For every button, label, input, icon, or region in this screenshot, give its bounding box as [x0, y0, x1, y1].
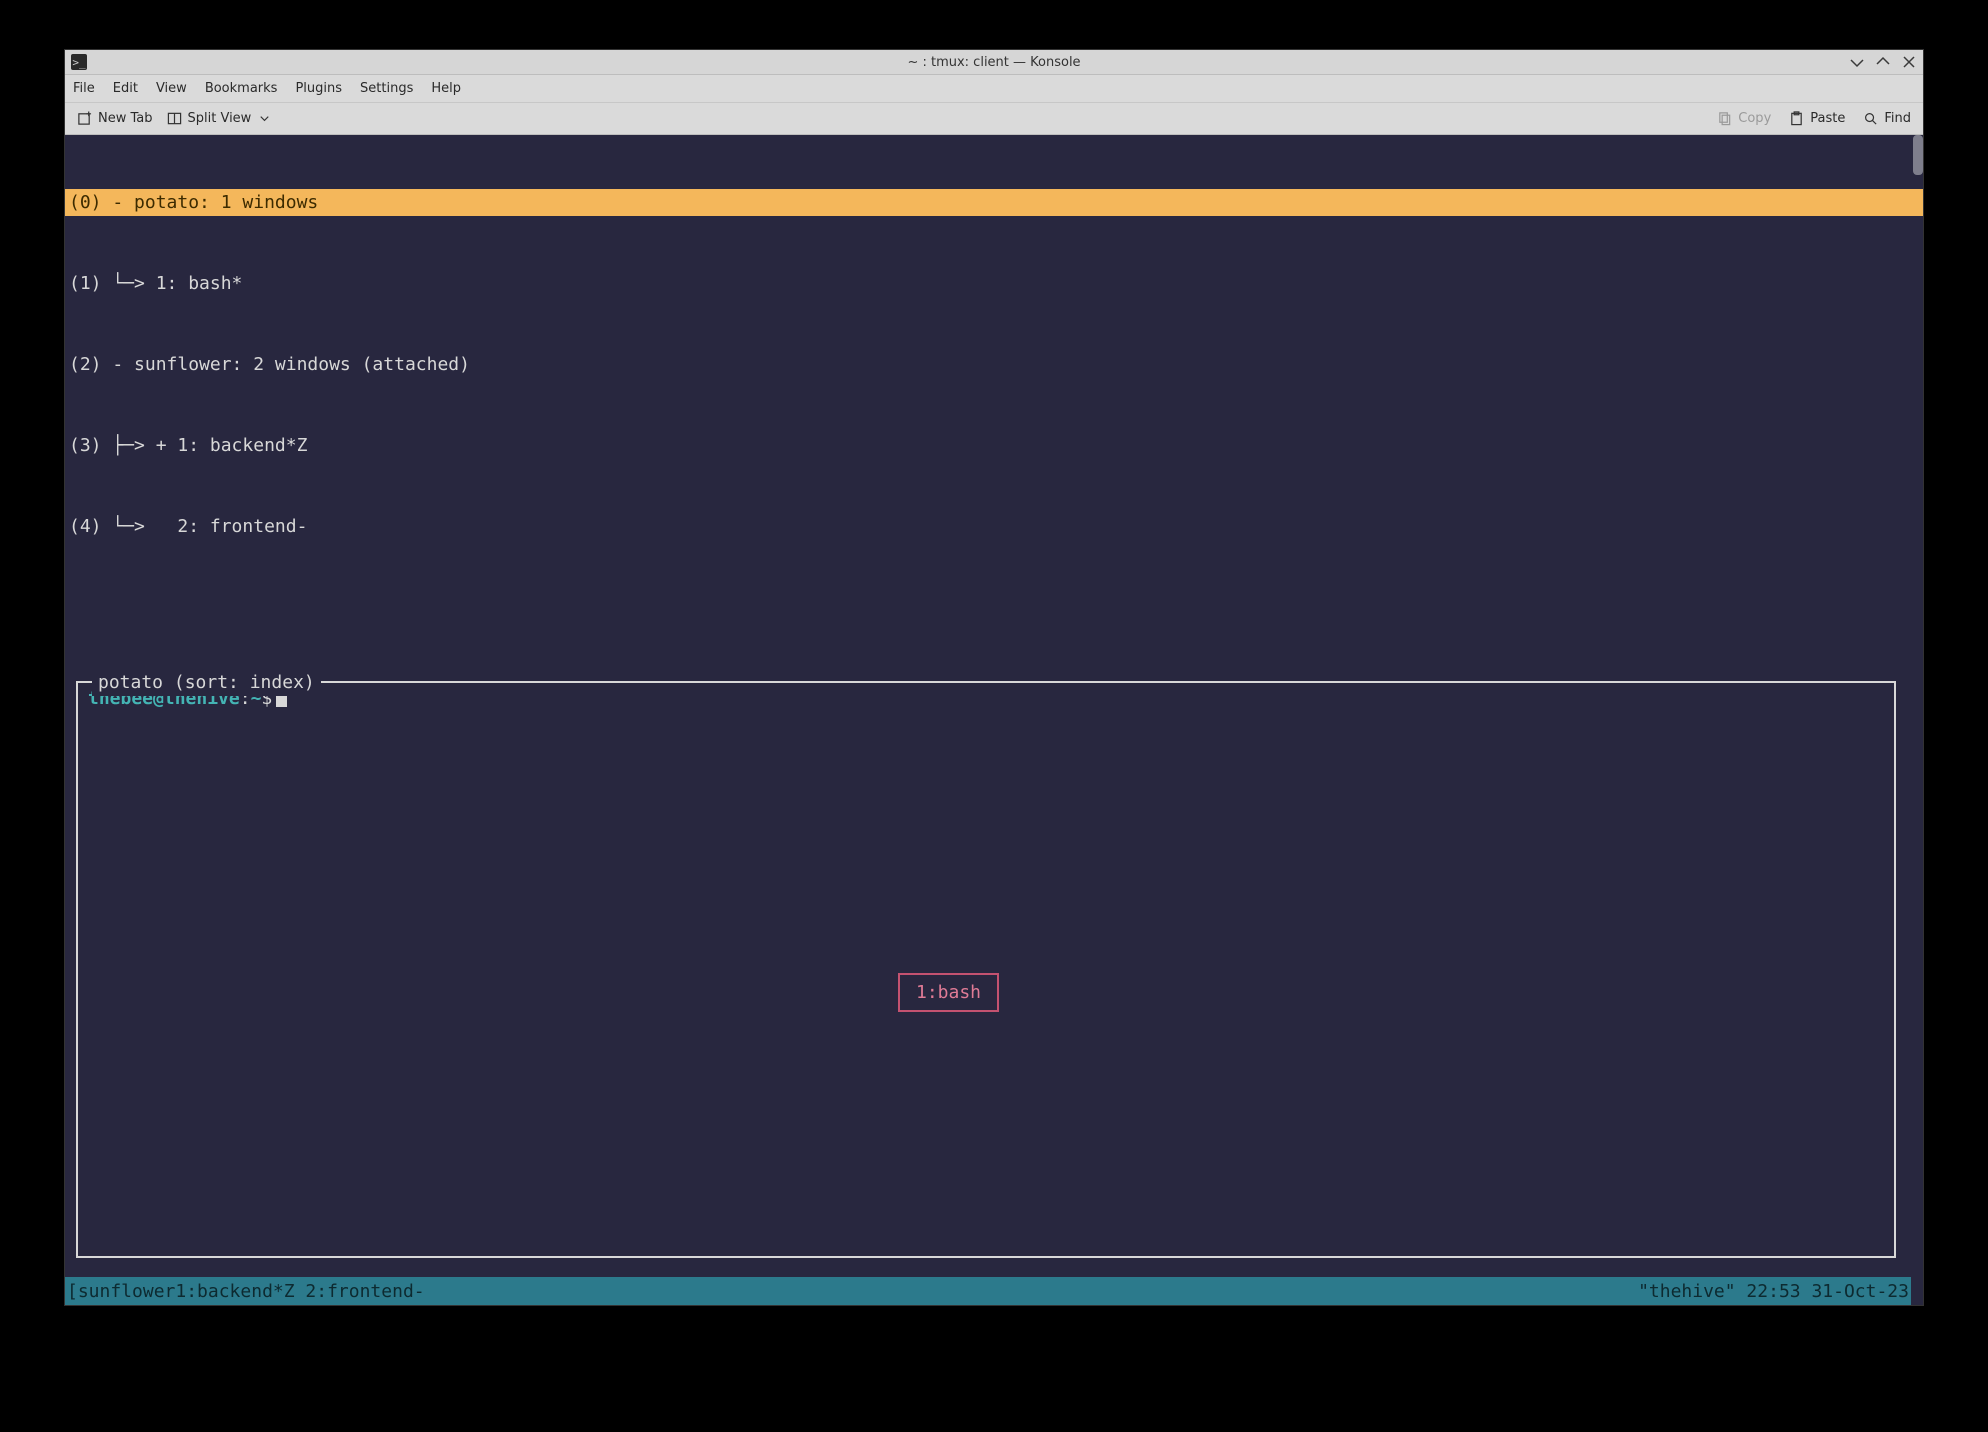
- terminal-scrollbar[interactable]: [1913, 135, 1923, 175]
- copy-icon: [1717, 111, 1732, 126]
- preview-title: potato (sort: index): [92, 669, 321, 696]
- tree-line-2[interactable]: (2) - sunflower: 2 windows (attached): [65, 351, 1923, 378]
- preview-body: thebee@thehive:~$: [78, 683, 1894, 714]
- menu-help[interactable]: Help: [431, 81, 461, 96]
- preview-pane: potato (sort: index) thebee@thehive:~$ 1…: [76, 681, 1896, 1258]
- pane-label: 1:bash: [898, 973, 999, 1012]
- close-icon[interactable]: [1901, 54, 1917, 70]
- minimize-icon[interactable]: [1849, 54, 1865, 70]
- window-buttons: [1849, 54, 1917, 70]
- menu-view[interactable]: View: [156, 81, 187, 96]
- status-right: "thehive" 22:53 31-Oct-23: [1638, 1278, 1909, 1305]
- tree-line-3[interactable]: (3) ├─> + 1: backend*Z: [65, 432, 1923, 459]
- find-label: Find: [1884, 111, 1911, 126]
- konsole-window: >_ ~ : tmux: client — Konsole File Edit …: [64, 49, 1924, 1306]
- find-button[interactable]: Find: [1863, 111, 1911, 126]
- toolbar: New Tab Split View Copy Paste: [65, 103, 1923, 135]
- tree-line-0[interactable]: (0) - potato: 1 windows: [65, 189, 1923, 216]
- app-icon: >_: [71, 54, 87, 70]
- paste-label: Paste: [1810, 111, 1845, 126]
- tmux-status-bar: [sunflower1:backend*Z 2:frontend- "thehi…: [65, 1277, 1911, 1305]
- split-view-icon: [167, 111, 182, 126]
- window-title: ~ : tmux: client — Konsole: [65, 55, 1923, 70]
- menubar: File Edit View Bookmarks Plugins Setting…: [65, 75, 1923, 103]
- menu-plugins[interactable]: Plugins: [295, 81, 342, 96]
- paste-button[interactable]: Paste: [1789, 111, 1845, 126]
- menu-settings[interactable]: Settings: [360, 81, 413, 96]
- tree-line-1[interactable]: (1) └─> 1: bash*: [65, 270, 1923, 297]
- menu-bookmarks[interactable]: Bookmarks: [205, 81, 278, 96]
- paste-icon: [1789, 111, 1804, 126]
- status-left: [sunflower1:backend*Z 2:frontend-: [67, 1278, 425, 1305]
- tmux-session-tree: (0) - potato: 1 windows (1) └─> 1: bash*…: [65, 135, 1923, 594]
- copy-label: Copy: [1738, 111, 1771, 126]
- menu-file[interactable]: File: [73, 81, 95, 96]
- copy-button[interactable]: Copy: [1717, 111, 1771, 126]
- new-tab-label: New Tab: [98, 111, 153, 126]
- chevron-down-icon: [257, 111, 272, 126]
- new-tab-button[interactable]: New Tab: [77, 111, 153, 126]
- maximize-icon[interactable]: [1875, 54, 1891, 70]
- split-view-button[interactable]: Split View: [167, 111, 273, 126]
- split-view-label: Split View: [188, 111, 252, 126]
- menu-edit[interactable]: Edit: [113, 81, 138, 96]
- terminal-area[interactable]: (0) - potato: 1 windows (1) └─> 1: bash*…: [65, 135, 1923, 1305]
- new-tab-icon: [77, 111, 92, 126]
- tree-line-4[interactable]: (4) └─> 2: frontend-: [65, 513, 1923, 540]
- search-icon: [1863, 111, 1878, 126]
- titlebar: >_ ~ : tmux: client — Konsole: [65, 50, 1923, 75]
